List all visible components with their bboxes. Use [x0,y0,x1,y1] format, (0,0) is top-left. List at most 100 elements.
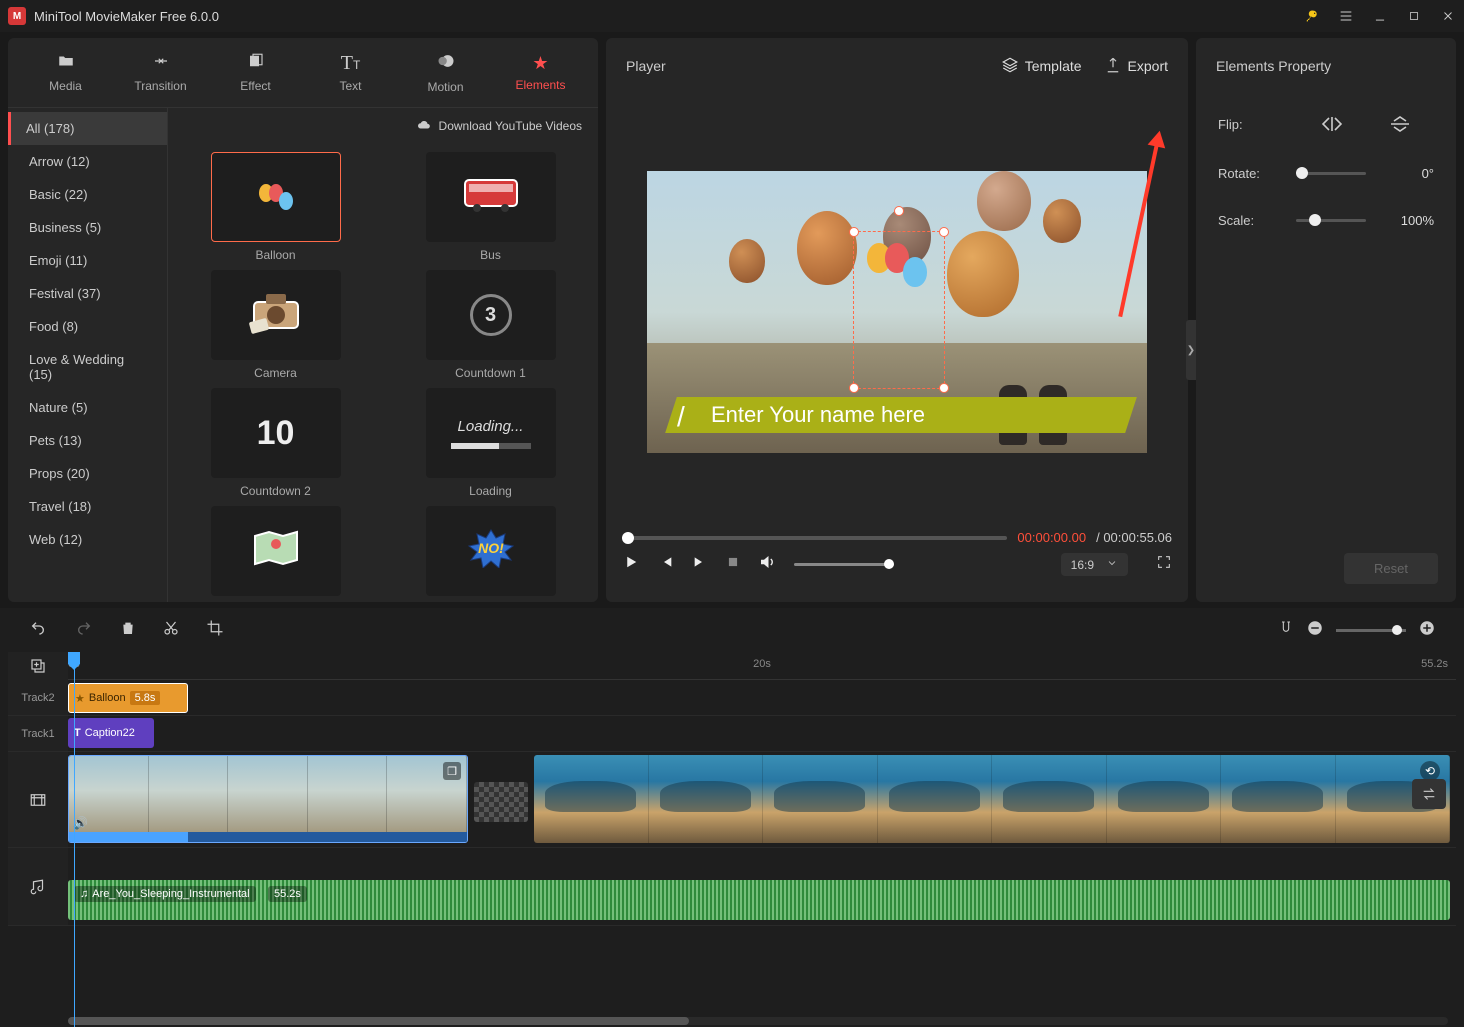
element-clip[interactable]: ★ Balloon 5.8s [68,683,188,713]
tab-media[interactable]: Media [18,46,113,99]
stop-icon[interactable] [726,555,740,574]
tab-label: Motion [427,80,463,94]
audio-clip[interactable]: ♫ Are_You_Sleeping_Instrumental 55.2s [68,880,1450,920]
clip-duration: 5.8s [130,691,161,705]
layers-icon [1001,56,1019,77]
element-card-bus[interactable]: Bus [403,152,578,262]
close-icon[interactable] [1440,8,1456,24]
category-item[interactable]: Nature (5) [8,391,167,424]
rotate-handle[interactable] [894,206,904,216]
tab-effect[interactable]: Effect [208,46,303,99]
transport-bar: 00:00:00.00 / 00:00:55.06 16:9 [606,530,1188,602]
key-icon[interactable] [1304,8,1320,24]
element-thumb: 3 [426,270,556,360]
element-card-loading[interactable]: Loading... Loading [403,388,578,498]
resize-handle[interactable] [939,227,949,237]
selection-box[interactable] [853,231,945,389]
timeline-ruler[interactable]: 0s 20s 55.2s [68,652,1456,680]
aspect-value: 16:9 [1071,558,1094,572]
category-item[interactable]: Festival (37) [8,277,167,310]
category-item[interactable]: Food (8) [8,310,167,343]
zoom-in-icon[interactable] [1418,619,1436,642]
tab-motion[interactable]: Motion [398,46,493,99]
bus-icon [461,174,521,221]
seek-bar[interactable] [622,536,1007,540]
category-item[interactable]: Business (5) [8,211,167,244]
element-thumb: Loading... [426,388,556,478]
playhead[interactable] [74,652,75,1027]
element-card-map[interactable] [188,506,363,596]
element-card-countdown1[interactable]: 3 Countdown 1 [403,270,578,380]
split-icon[interactable] [162,619,180,642]
element-card-countdown2[interactable]: 10 Countdown 2 [188,388,363,498]
template-button[interactable]: Template [1001,56,1082,77]
rotate-slider[interactable] [1296,172,1366,175]
category-item[interactable]: Web (12) [8,523,167,556]
category-item[interactable]: Basic (22) [8,178,167,211]
category-item[interactable]: Pets (13) [8,424,167,457]
element-card-balloon[interactable]: Balloon [188,152,363,262]
menu-icon[interactable] [1338,8,1354,24]
library-tabs: Media Transition Effect TT Text Motion ★ [8,38,598,108]
category-item[interactable]: Emoji (11) [8,244,167,277]
category-item[interactable]: Love & Wedding (15) [8,343,167,391]
timeline-scrollbar[interactable] [68,1017,1448,1025]
track-body[interactable]: T Caption22 [68,716,1456,751]
element-card-no[interactable]: NO! [403,506,578,596]
export-button[interactable]: Export [1104,56,1168,77]
video-clip-1[interactable]: 🔊 ❐ [68,755,468,843]
crop-icon[interactable] [206,619,224,642]
tab-label: Text [339,79,361,93]
track-body[interactable]: 🔊 ❐ ⟲ [68,752,1456,847]
add-track-button[interactable] [8,652,68,680]
next-frame-icon[interactable] [692,554,708,575]
volume-slider[interactable] [794,563,894,566]
duration: / 00:00:55.06 [1096,530,1172,545]
collapse-handle[interactable]: ❯ [1186,320,1196,380]
flip-vertical-button[interactable] [1386,114,1414,134]
undo-icon[interactable] [28,620,48,641]
caption-overlay[interactable]: Enter Your name here [665,397,1137,433]
resize-handle[interactable] [849,383,859,393]
reset-button[interactable]: Reset [1344,553,1438,584]
tab-text[interactable]: TT Text [303,46,398,99]
player-panel: Player Template Export [606,38,1188,602]
volume-icon[interactable] [758,553,776,576]
track-body[interactable]: ♫ Are_You_Sleeping_Instrumental 55.2s [68,848,1456,925]
tab-transition[interactable]: Transition [113,46,208,99]
player-stage[interactable]: Enter Your name here / [606,94,1188,530]
snap-icon[interactable] [1278,619,1294,642]
transition-gap[interactable] [474,782,528,822]
category-item[interactable]: Props (20) [8,457,167,490]
download-link[interactable]: Download YouTube Videos [439,119,582,133]
scale-slider[interactable] [1296,219,1366,222]
speaker-icon[interactable]: 🔊 [73,816,88,830]
element-card-camera[interactable]: Camera [188,270,363,380]
track-body[interactable]: ★ Balloon 5.8s [68,680,1456,715]
category-item[interactable]: Arrow (12) [8,145,167,178]
element-thumb [211,270,341,360]
redo-icon[interactable] [74,620,94,641]
swap-tracks-button[interactable] [1412,779,1446,809]
fullscreen-icon[interactable] [1156,554,1172,575]
aspect-ratio-select[interactable]: 16:9 [1061,553,1128,576]
flip-horizontal-button[interactable] [1318,114,1346,134]
audio-track-row: ♫ Are_You_Sleeping_Instrumental 55.2s [8,848,1456,926]
category-item[interactable]: All (178) [8,112,167,145]
minimize-icon[interactable] [1372,8,1388,24]
delete-icon[interactable] [120,619,136,642]
chevron-down-icon [1106,557,1118,572]
resize-handle[interactable] [939,383,949,393]
text-clip[interactable]: T Caption22 [68,718,154,748]
prev-frame-icon[interactable] [658,554,674,575]
resize-handle[interactable] [849,227,859,237]
upload-icon [1104,56,1122,77]
category-item[interactable]: Travel (18) [8,490,167,523]
video-clip-2[interactable]: ⟲ [534,755,1450,843]
zoom-out-icon[interactable] [1306,619,1324,642]
element-thumb [426,152,556,242]
maximize-icon[interactable] [1406,8,1422,24]
tab-elements[interactable]: ★ Elements [493,46,588,99]
zoom-slider[interactable] [1336,629,1406,632]
play-icon[interactable] [622,553,640,576]
